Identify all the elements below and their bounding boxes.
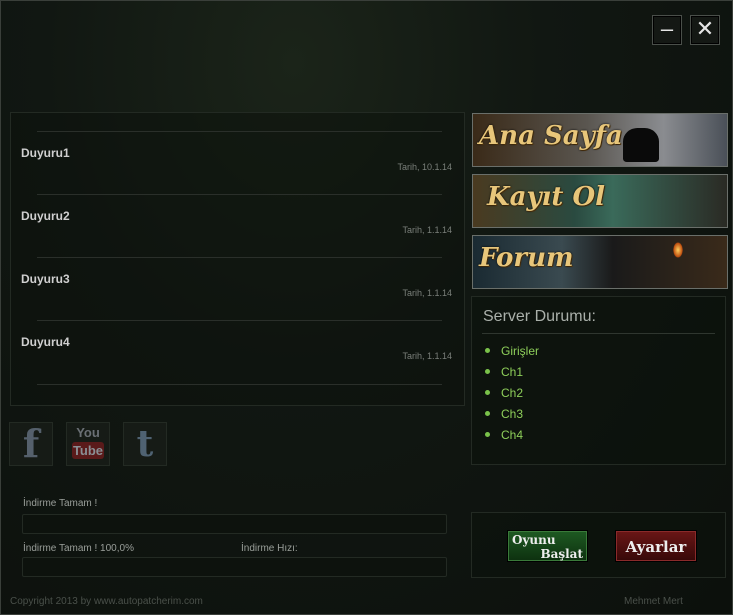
copyright-text: Copyright 2013 by www.autopatcherim.com xyxy=(10,596,203,607)
server-list: Girişler Ch1 Ch2 Ch3 Ch4 xyxy=(485,341,539,446)
server-status-panel: Server Durumu: Girişler Ch1 Ch2 Ch3 Ch4 xyxy=(471,296,726,465)
minimize-button[interactable]: – xyxy=(652,15,682,45)
news-item[interactable]: Duyuru1 Tarih, 10.1.14 xyxy=(11,131,464,193)
start-game-button[interactable]: Oyunu Başlat xyxy=(507,530,588,562)
close-icon: ✕ xyxy=(695,16,715,41)
forum-banner-label: Forum xyxy=(479,243,574,273)
settings-button[interactable]: Ayarlar xyxy=(615,530,697,562)
total-progress-bar xyxy=(22,557,447,577)
server-item: Girişler xyxy=(485,341,539,362)
news-panel: Duyuru1 Tarih, 10.1.14 Duyuru2 Tarih, 1.… xyxy=(10,112,465,406)
server-status-title: Server Durumu: xyxy=(483,308,596,325)
register-banner-label: Kayıt Ol xyxy=(487,182,606,212)
divider xyxy=(37,131,442,132)
status-dot-icon xyxy=(485,432,490,438)
server-item: Ch3 xyxy=(485,404,539,425)
status-dot-icon xyxy=(485,348,490,354)
file-progress-bar xyxy=(22,514,447,534)
download-speed-label: İndirme Hızı: xyxy=(241,543,298,554)
news-title[interactable]: Duyuru1 xyxy=(21,146,70,160)
register-banner[interactable]: Kayıt Ol xyxy=(472,174,728,228)
launcher-window: – ✕ Duyuru1 Tarih, 10.1.14 Duyuru2 Tarih… xyxy=(0,0,733,615)
news-title[interactable]: Duyuru2 xyxy=(21,209,70,223)
server-item: Ch1 xyxy=(485,362,539,383)
youtube-icon-text-bottom: Tube xyxy=(72,442,104,459)
divider xyxy=(37,194,442,195)
youtube-icon-text-top: You xyxy=(76,425,100,440)
server-item-label: Ch3 xyxy=(501,407,524,421)
server-item-label: Ch2 xyxy=(501,386,524,400)
youtube-button[interactable]: You Tube xyxy=(66,422,110,466)
news-item[interactable]: Duyuru3 Tarih, 1.1.14 xyxy=(11,257,464,319)
author-text: Mehmet Mert xyxy=(624,596,683,607)
server-item: Ch2 xyxy=(485,383,539,404)
news-title[interactable]: Duyuru4 xyxy=(21,335,70,349)
minimize-icon: – xyxy=(660,16,674,41)
start-game-label-line2: Başlat xyxy=(540,547,583,561)
download-progress-label: İndirme Tamam ! 100,0% xyxy=(23,543,134,554)
divider xyxy=(37,384,442,385)
download-status-label: İndirme Tamam ! xyxy=(23,498,98,509)
forum-banner[interactable]: Forum xyxy=(472,235,728,289)
status-dot-icon xyxy=(485,390,490,396)
facebook-button[interactable]: f xyxy=(9,422,53,466)
news-date: Tarih, 1.1.14 xyxy=(402,288,452,298)
status-dot-icon xyxy=(485,369,490,375)
home-banner[interactable]: Ana Sayfa xyxy=(472,113,728,167)
rider-silhouette xyxy=(623,128,659,162)
news-item[interactable]: Duyuru4 Tarih, 1.1.14 xyxy=(11,320,464,382)
twitter-button[interactable]: t xyxy=(123,422,167,466)
torch-flame xyxy=(673,242,683,258)
news-date: Tarih, 1.1.14 xyxy=(402,225,452,235)
divider xyxy=(37,257,442,258)
server-item-label: Girişler xyxy=(501,344,539,358)
divider xyxy=(482,333,715,334)
close-button[interactable]: ✕ xyxy=(690,15,720,45)
home-banner-label: Ana Sayfa xyxy=(479,121,623,151)
server-item-label: Ch1 xyxy=(501,365,524,379)
server-item: Ch4 xyxy=(485,425,539,446)
news-item[interactable]: Duyuru2 Tarih, 1.1.14 xyxy=(11,194,464,256)
news-date: Tarih, 1.1.14 xyxy=(402,351,452,361)
server-item-label: Ch4 xyxy=(501,428,524,442)
start-game-label-line1: Oyunu xyxy=(512,533,556,547)
facebook-icon: f xyxy=(22,421,40,466)
action-panel: Oyunu Başlat Ayarlar xyxy=(471,512,726,578)
settings-label: Ayarlar xyxy=(625,538,687,556)
news-title[interactable]: Duyuru3 xyxy=(21,272,70,286)
status-dot-icon xyxy=(485,411,490,417)
twitter-icon: t xyxy=(136,423,154,465)
news-date: Tarih, 10.1.14 xyxy=(397,162,452,172)
youtube-icon: You Tube xyxy=(67,426,109,459)
divider xyxy=(37,320,442,321)
